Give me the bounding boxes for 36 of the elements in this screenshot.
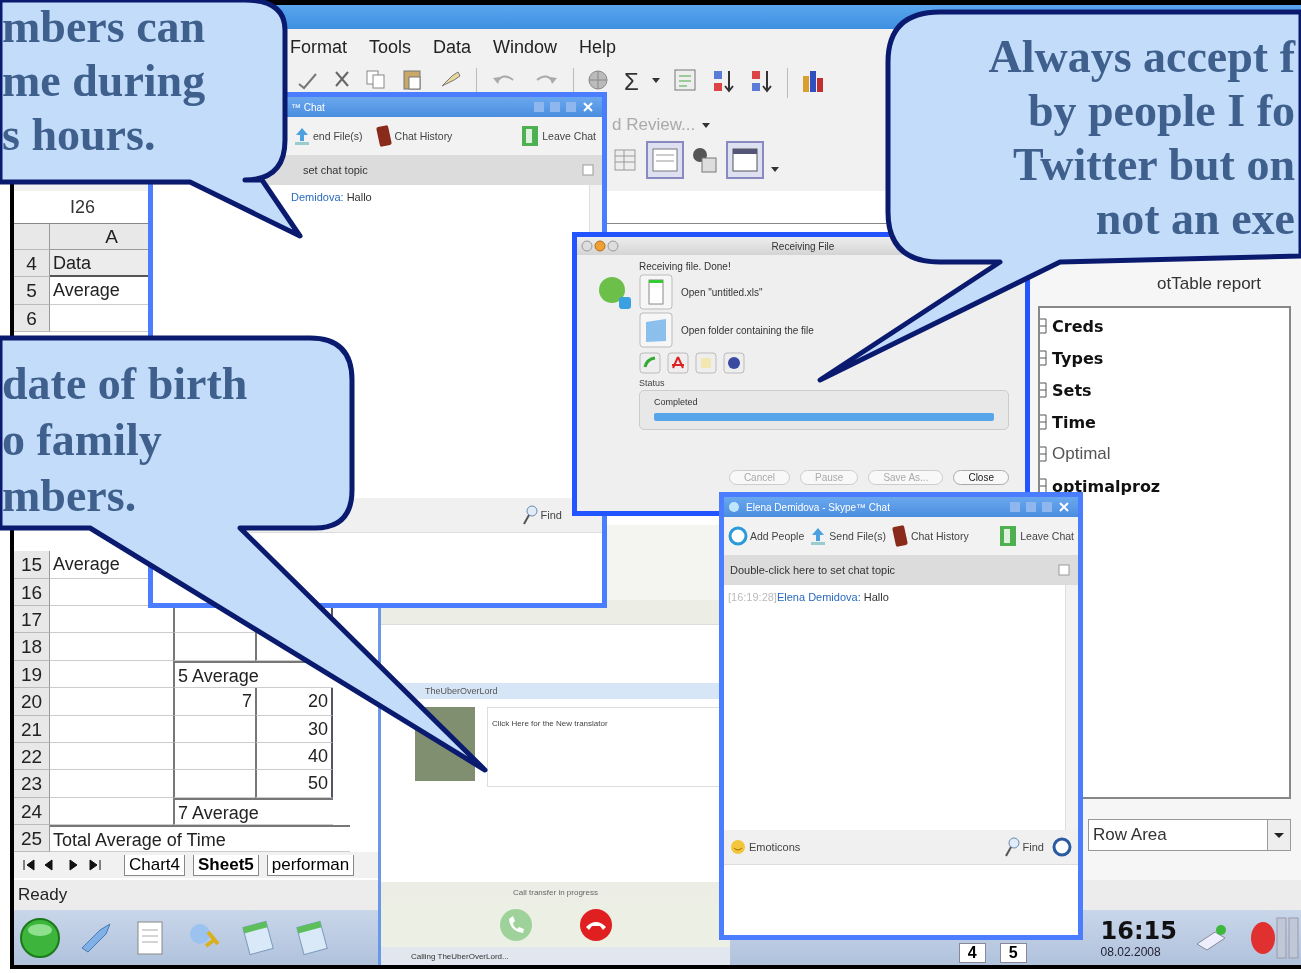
status-text: Ready (18, 885, 68, 905)
row-header: 15 (14, 551, 50, 579)
callout-text: date of birth o family mbers. (2, 357, 248, 523)
table-cell: 50 (255, 770, 333, 798)
row-header: 19 (14, 660, 50, 689)
callout-text: Always accept f by people I fo Twitter but on not an exe (987, 30, 1295, 246)
message-text: Click Here for the New translator (492, 719, 608, 728)
row-header: 16 (14, 578, 50, 606)
row-header: 4 (14, 250, 50, 278)
table-cell: 20 (255, 688, 333, 716)
dialog-message: Receiving file. Done! (639, 261, 731, 272)
table-cell: 30 (255, 715, 333, 743)
clock-date: 08.02.2008 (1100, 944, 1161, 959)
table-cell: 7 (173, 688, 255, 716)
window-title: Receiving File (770, 240, 836, 252)
clock-time: 16:15 (1100, 916, 1177, 945)
window-title: ™ Chat (291, 101, 326, 113)
row-header: 24 (14, 797, 50, 826)
row-header: 18 (14, 633, 50, 661)
status-text: Completed (654, 397, 699, 407)
row-header: 6 (14, 304, 50, 333)
row-header: 22 (14, 742, 50, 771)
chat-message: Demidova: Hallo (291, 191, 373, 203)
group-label: Status (639, 378, 665, 388)
row-header: 23 (14, 770, 50, 798)
window-title: Elena Demidova - Skype™ Chat (746, 501, 891, 513)
row-header: 17 (14, 605, 50, 634)
row-header: 21 (14, 715, 50, 743)
row-header: 5 (14, 277, 50, 305)
table-cell: 40 (255, 742, 333, 771)
table-cell: 7 Average (173, 797, 333, 826)
row-header: 20 (14, 688, 50, 716)
chat-message: [16:19:28]Elena Demidova: Hallo (728, 591, 890, 603)
status-text: Calling TheUberOverLord... (411, 951, 509, 961)
panel-heading: otTable report (1157, 274, 1261, 294)
row-header: 25 (14, 825, 50, 853)
